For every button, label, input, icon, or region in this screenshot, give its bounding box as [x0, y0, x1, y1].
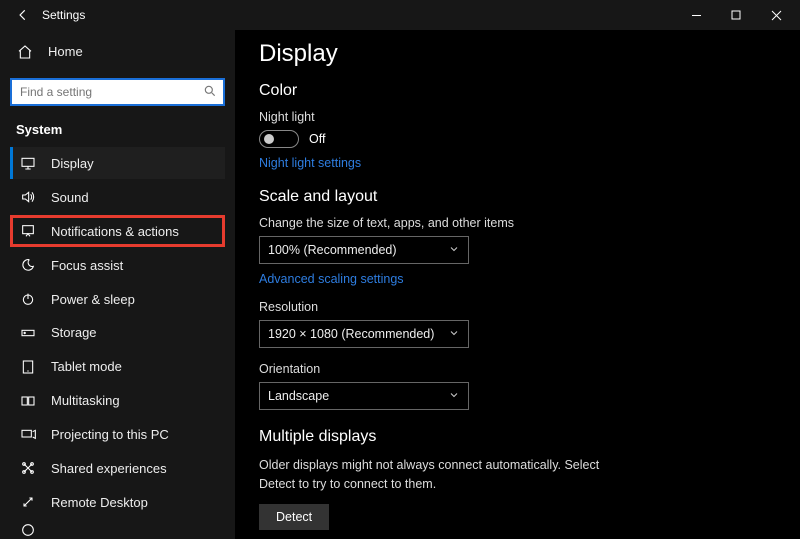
titlebar: Settings: [0, 0, 800, 30]
sidebar-item-notifications[interactable]: Notifications & actions: [10, 215, 225, 247]
sidebar-item-remote-desktop[interactable]: Remote Desktop: [10, 486, 225, 518]
multi-body: Older displays might not always connect …: [259, 456, 619, 494]
size-label: Change the size of text, apps, and other…: [259, 216, 776, 230]
section-multiple-displays: Multiple displays Older displays might n…: [259, 428, 776, 530]
remote-desktop-icon: [19, 493, 37, 511]
orientation-value: Landscape: [268, 389, 329, 403]
sidebar-item-focus-assist[interactable]: Focus assist: [10, 249, 225, 281]
scaling-select[interactable]: 100% (Recommended): [259, 236, 469, 264]
home-icon: [16, 43, 34, 61]
sidebar: Home System Display Sound Notifica: [0, 30, 235, 539]
resolution-select[interactable]: 1920 × 1080 (Recommended): [259, 320, 469, 348]
orientation-label: Orientation: [259, 362, 776, 376]
sidebar-item-label: Storage: [51, 325, 97, 340]
night-light-state: Off: [309, 132, 325, 146]
sidebar-item-multitasking[interactable]: Multitasking: [10, 385, 225, 417]
search-box[interactable]: [10, 78, 225, 106]
notifications-icon: [19, 222, 37, 240]
sidebar-item-label: Remote Desktop: [51, 495, 148, 510]
sidebar-item-label: Shared experiences: [51, 461, 167, 476]
sidebar-item-tablet-mode[interactable]: Tablet mode: [10, 351, 225, 383]
sidebar-item-label: Multitasking: [51, 393, 120, 408]
multitasking-icon: [19, 392, 37, 410]
display-icon: [19, 154, 37, 172]
sidebar-item-shared-experiences[interactable]: Shared experiences: [10, 453, 225, 485]
resolution-label: Resolution: [259, 300, 776, 314]
night-light-toggle[interactable]: [259, 130, 299, 148]
page-title: Display: [259, 40, 776, 68]
sidebar-item-display[interactable]: Display: [10, 147, 225, 179]
storage-icon: [19, 324, 37, 342]
sidebar-home[interactable]: Home: [10, 36, 225, 68]
minimize-button[interactable]: [676, 0, 716, 30]
section-scale-layout: Scale and layout Change the size of text…: [259, 188, 776, 410]
close-button[interactable]: [756, 0, 796, 30]
sidebar-item-label: Display: [51, 156, 94, 171]
back-icon[interactable]: [14, 6, 32, 24]
sidebar-item-label: Tablet mode: [51, 359, 122, 374]
sidebar-item-sound[interactable]: Sound: [10, 181, 225, 213]
chevron-down-icon: [448, 327, 460, 342]
color-heading: Color: [259, 82, 776, 100]
sidebar-item-label: Power & sleep: [51, 292, 135, 307]
resolution-value: 1920 × 1080 (Recommended): [268, 327, 434, 341]
multi-heading: Multiple displays: [259, 428, 776, 446]
night-light-label: Night light: [259, 110, 776, 124]
chevron-down-icon: [448, 389, 460, 404]
sidebar-item-label: Focus assist: [51, 258, 123, 273]
sidebar-item-label: Notifications & actions: [51, 224, 179, 239]
detect-button[interactable]: Detect: [259, 504, 329, 530]
sidebar-item-label: Projecting to this PC: [51, 427, 169, 442]
power-icon: [19, 290, 37, 308]
scaling-value: 100% (Recommended): [268, 243, 397, 257]
advanced-scaling-link[interactable]: Advanced scaling settings: [259, 272, 404, 286]
main-panel: Display Color Night light Off Night ligh…: [235, 30, 800, 539]
section-color: Color Night light Off Night light settin…: [259, 82, 776, 170]
search-icon: [203, 84, 217, 101]
speaker-icon: [19, 188, 37, 206]
orientation-select[interactable]: Landscape: [259, 382, 469, 410]
chevron-down-icon: [448, 243, 460, 258]
night-light-settings-link[interactable]: Night light settings: [259, 156, 361, 170]
sidebar-section-header: System: [10, 118, 225, 145]
sidebar-item-more[interactable]: [10, 520, 225, 539]
window-title: Settings: [42, 8, 85, 22]
share-icon: [19, 459, 37, 477]
moon-icon: [19, 256, 37, 274]
tablet-icon: [19, 358, 37, 376]
maximize-button[interactable]: [716, 0, 756, 30]
sidebar-item-storage[interactable]: Storage: [10, 317, 225, 349]
scale-heading: Scale and layout: [259, 188, 776, 206]
sidebar-item-label: Sound: [51, 190, 89, 205]
search-input[interactable]: [20, 85, 203, 99]
sidebar-item-power-sleep[interactable]: Power & sleep: [10, 283, 225, 315]
sidebar-item-projecting[interactable]: Projecting to this PC: [10, 419, 225, 451]
about-icon: [19, 521, 37, 539]
projecting-icon: [19, 426, 37, 444]
home-label: Home: [48, 44, 83, 59]
